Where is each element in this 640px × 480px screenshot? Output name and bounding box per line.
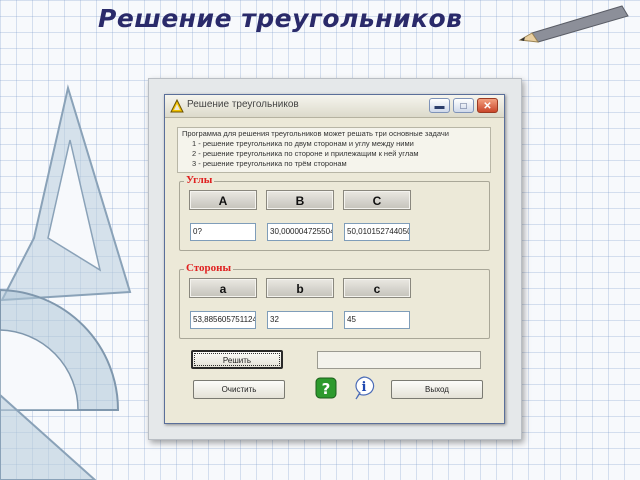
set-square-icon <box>0 84 132 302</box>
angle-c-input[interactable]: 50,0101527440509 <box>344 223 410 241</box>
description-line: 1 - решение треугольника по двум сторона… <box>192 139 414 148</box>
app-window: Решение треугольников ▬ □ ✕ Программа дл… <box>164 94 505 424</box>
pencil-icon <box>518 5 629 43</box>
slide-title: Решение треугольников <box>98 4 463 33</box>
side-a-input[interactable]: 53,885605751124 <box>190 311 256 329</box>
side-a-header[interactable]: a <box>189 278 257 298</box>
description-line: 3 - решение треугольника по трём сторона… <box>192 159 347 168</box>
solve-button[interactable]: Решить <box>191 350 283 369</box>
clear-button[interactable]: Очистить <box>193 380 285 399</box>
description-line: 2 - решение треугольника по стороне и пр… <box>192 149 419 158</box>
angle-a-header[interactable]: A <box>189 190 257 210</box>
window-title: Решение треугольников <box>187 99 299 110</box>
angle-c-header[interactable]: C <box>343 190 411 210</box>
window-titlebar[interactable]: Решение треугольников ▬ □ ✕ <box>165 95 504 118</box>
sides-group: Стороны a b c 53,885605751124 32 45 <box>179 262 490 339</box>
exit-button[interactable]: Выход <box>391 380 483 399</box>
angle-b-header[interactable]: B <box>266 190 334 210</box>
sides-legend: Стороны <box>184 262 234 274</box>
side-b-header[interactable]: b <box>266 278 334 298</box>
angles-group: Углы A B C 0? 30,0000047255041 50,010152… <box>179 174 490 251</box>
side-c-header[interactable]: c <box>343 278 411 298</box>
angles-legend: Углы <box>184 174 215 186</box>
maximize-button[interactable]: □ <box>453 98 474 113</box>
protractor-icon <box>0 288 120 411</box>
angle-a-input[interactable]: 0? <box>190 223 256 241</box>
svg-text:i: i <box>362 380 367 395</box>
close-button[interactable]: ✕ <box>477 98 498 113</box>
minimize-button[interactable]: ▬ <box>429 98 450 113</box>
result-field[interactable] <box>317 351 481 369</box>
side-b-input[interactable]: 32 <box>267 311 333 329</box>
help-icon[interactable]: ? <box>315 377 337 401</box>
svg-text:?: ? <box>322 380 331 398</box>
side-c-input[interactable]: 45 <box>344 311 410 329</box>
angle-b-input[interactable]: 30,0000047255041 <box>267 223 333 241</box>
description-line: Программа для решения треугольников може… <box>182 129 449 138</box>
info-icon[interactable]: i <box>353 376 375 400</box>
description-box: Программа для решения треугольников може… <box>177 127 491 173</box>
app-icon <box>170 99 184 113</box>
